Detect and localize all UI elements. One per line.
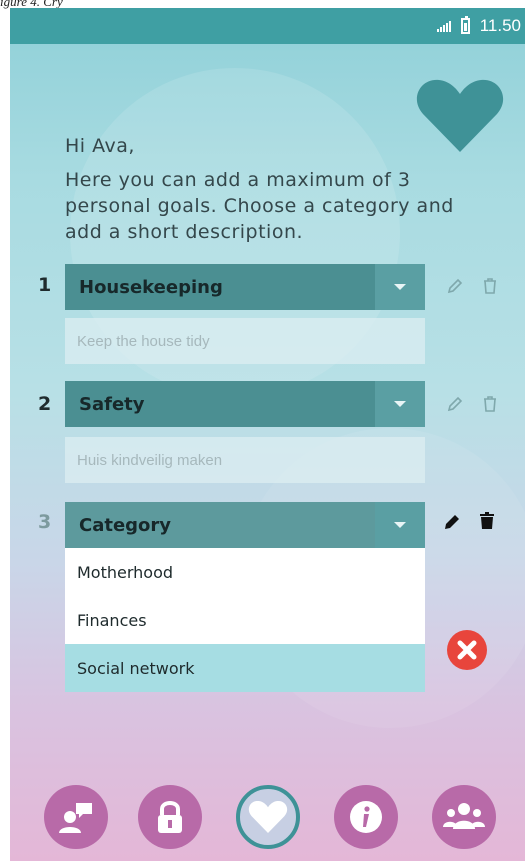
category-dropdown: Motherhood Finances Social network — [65, 548, 425, 692]
info-icon — [350, 801, 382, 833]
trash-icon[interactable] — [478, 511, 496, 531]
intro-text: Hi Ava, Here you can add a maximum of 3 … — [65, 133, 495, 245]
signal-icon — [436, 20, 451, 32]
goal-2-description-input[interactable]: Huis kindveilig maken — [65, 437, 425, 483]
pencil-icon[interactable] — [446, 395, 464, 413]
nav-info-button[interactable] — [334, 785, 398, 849]
close-icon — [457, 640, 477, 660]
chat-user-icon — [59, 803, 92, 833]
nav-heart-button[interactable] — [236, 785, 300, 849]
trash-icon[interactable] — [482, 395, 498, 413]
close-button[interactable] — [447, 630, 487, 670]
goal-number-1: 1 — [38, 274, 52, 296]
chevron-down-icon[interactable] — [375, 264, 425, 310]
pencil-icon[interactable] — [442, 512, 462, 532]
goal-3-category-label: Category — [79, 514, 172, 536]
battery-icon — [460, 16, 470, 34]
pencil-icon[interactable] — [446, 277, 464, 295]
goal-1-category-label: Housekeeping — [79, 276, 223, 298]
app-screen: 11.50 Hi Ava, Here you can add a maximum… — [10, 8, 525, 861]
lock-icon — [158, 801, 182, 833]
chevron-down-icon[interactable] — [375, 502, 425, 548]
goal-2-category-select[interactable]: Safety — [65, 381, 425, 427]
status-bar: 11.50 — [10, 8, 525, 44]
nav-lock-button[interactable] — [138, 785, 202, 849]
dropdown-option-finances[interactable]: Finances — [65, 596, 425, 644]
bottom-nav — [10, 778, 525, 861]
nav-group-button[interactable] — [432, 785, 496, 849]
dropdown-option-motherhood[interactable]: Motherhood — [65, 548, 425, 596]
dropdown-option-social-network[interactable]: Social network — [65, 644, 425, 692]
status-time: 11.50 — [479, 16, 521, 35]
goal-3-category-select[interactable]: Category — [65, 502, 425, 548]
goal-1-description-input[interactable]: Keep the house tidy — [65, 318, 425, 364]
group-icon — [443, 803, 485, 829]
greeting: Hi Ava, — [65, 135, 135, 157]
goal-number-2: 2 — [38, 393, 52, 415]
goal-2-category-label: Safety — [79, 393, 145, 415]
goal-1-category-select[interactable]: Housekeeping — [65, 264, 425, 310]
trash-icon[interactable] — [482, 277, 498, 295]
heart-icon — [248, 800, 288, 833]
intro-description: Here you can add a maximum of 3 personal… — [65, 169, 454, 243]
chevron-down-icon[interactable] — [375, 381, 425, 427]
goal-number-3: 3 — [38, 511, 52, 533]
nav-chat-button[interactable] — [44, 785, 108, 849]
